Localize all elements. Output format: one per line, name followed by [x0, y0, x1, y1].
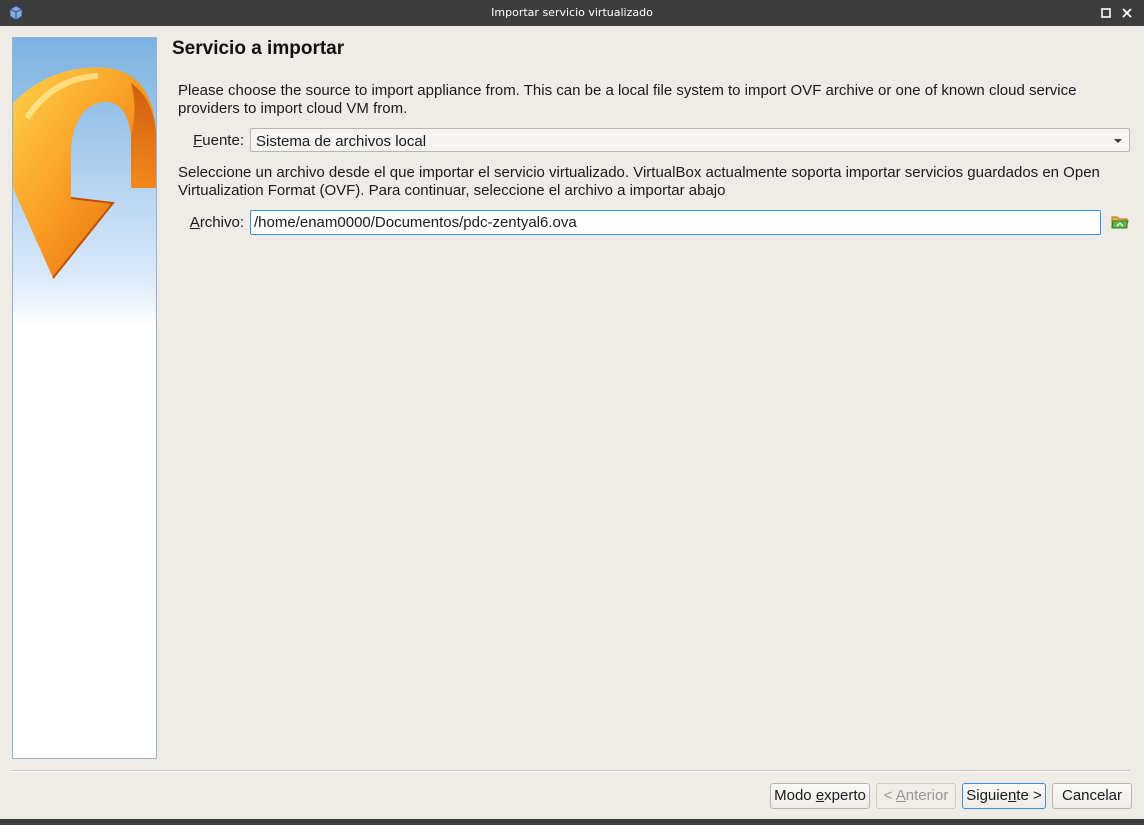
next-button[interactable]: Siguiente >	[962, 783, 1046, 809]
wizard-banner	[12, 37, 157, 759]
expert-mode-label-pre: Modo	[774, 787, 816, 804]
file-label-text: rchivo:	[199, 214, 244, 231]
folder-open-icon[interactable]	[1111, 214, 1129, 230]
file-label-mnemonic: A	[189, 214, 200, 231]
back-label-mnemonic: A	[895, 787, 906, 804]
import-arrow-icon	[13, 67, 156, 279]
cancel-button[interactable]: Cancelar	[1052, 783, 1132, 809]
back-label-pre: <	[883, 787, 896, 804]
expert-mode-label-post: xperto	[824, 787, 866, 804]
file-description: Seleccione un archivo desde el que impor…	[178, 164, 1100, 199]
maximize-icon[interactable]	[1100, 7, 1112, 19]
button-separator	[12, 770, 1130, 772]
source-select[interactable]: Sistema de archivos local	[250, 128, 1130, 152]
window-bottom-border	[0, 819, 1144, 825]
source-label: Fuente:	[150, 132, 244, 149]
expert-mode-label-mnemonic: e	[815, 787, 825, 804]
back-label-post: nterior	[905, 787, 949, 804]
next-label-post: te >	[1016, 787, 1042, 804]
back-button[interactable]: < Anterior	[876, 783, 956, 809]
next-label-pre: Siguie	[966, 787, 1008, 804]
window-title: Importar servicio virtualizado	[491, 6, 653, 19]
expert-mode-button[interactable]: Modo experto	[770, 783, 870, 809]
source-select-value: Sistema de archivos local	[256, 133, 427, 150]
source-label-text: uente:	[202, 132, 244, 149]
file-label: Archivo:	[150, 214, 244, 231]
page-title: Servicio a importar	[172, 38, 345, 59]
chevron-down-icon	[1114, 139, 1122, 143]
file-path-input[interactable]	[250, 210, 1101, 235]
close-icon[interactable]	[1120, 6, 1134, 20]
source-label-mnemonic: F	[193, 132, 203, 149]
window-titlebar: Importar servicio virtualizado	[0, 0, 1144, 26]
source-description: Please choose the source to import appli…	[178, 82, 1077, 117]
